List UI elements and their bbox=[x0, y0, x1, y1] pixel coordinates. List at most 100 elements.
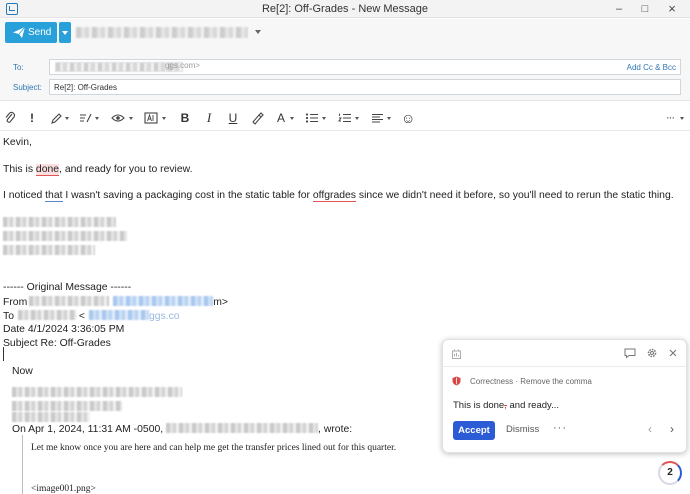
redacted-text bbox=[12, 401, 122, 411]
rewrite-icon[interactable] bbox=[79, 110, 92, 126]
chevron-down-icon[interactable] bbox=[355, 117, 359, 120]
next-suggestion-button[interactable]: › bbox=[670, 422, 674, 436]
quote-bar bbox=[22, 435, 23, 494]
attach-icon[interactable] bbox=[4, 110, 16, 126]
text: This is bbox=[3, 164, 36, 175]
original-from: From m> bbox=[3, 296, 228, 308]
original-date: Date 4/1/2024 3:36:05 PM bbox=[3, 324, 125, 335]
redacted-link[interactable] bbox=[113, 296, 214, 306]
send-options-dropdown[interactable] bbox=[59, 22, 71, 43]
suggestion-count-badge[interactable]: 2 bbox=[658, 461, 682, 485]
chevron-down-icon[interactable] bbox=[65, 117, 69, 120]
chevron-down-icon[interactable] bbox=[387, 117, 391, 120]
redacted-link[interactable] bbox=[88, 310, 149, 320]
address-area: To: ggs.com> Add Cc & Bcc Subject: Re[2]… bbox=[0, 47, 690, 101]
redacted-text bbox=[166, 423, 319, 433]
send-label: Send bbox=[28, 27, 52, 38]
redacted-text bbox=[3, 231, 127, 241]
minimize-button[interactable]: – bbox=[607, 1, 631, 17]
chevron-down-icon[interactable] bbox=[95, 117, 99, 120]
accept-button[interactable]: Accept bbox=[453, 421, 495, 440]
add-cc-bcc-link[interactable]: Add Cc & Bcc bbox=[627, 63, 676, 72]
text: I wasn't saving a packaging cost in the … bbox=[62, 190, 313, 201]
subject-value: Re[2]: Off-Grades bbox=[54, 83, 117, 92]
chevron-down-icon[interactable] bbox=[129, 117, 133, 120]
dismiss-button[interactable]: Dismiss bbox=[506, 424, 539, 435]
text: m> bbox=[213, 297, 228, 308]
spelling-flag[interactable]: offgrades bbox=[312, 190, 356, 202]
close-icon[interactable] bbox=[667, 347, 679, 359]
more-options-button[interactable]: ··· bbox=[662, 110, 678, 126]
grammar-flag[interactable]: done bbox=[35, 164, 60, 176]
divider bbox=[443, 366, 686, 367]
text: < bbox=[75, 311, 85, 322]
text: since we didn't need it before, so you'l… bbox=[356, 190, 674, 201]
send-row: Send bbox=[0, 19, 690, 47]
bullet-list-icon[interactable] bbox=[305, 110, 319, 126]
recipient-chip[interactable] bbox=[55, 62, 183, 72]
redacted-text bbox=[12, 412, 90, 422]
font-color-button[interactable]: A bbox=[276, 110, 286, 126]
style-flag[interactable]: that bbox=[45, 190, 63, 202]
numbered-list-icon[interactable] bbox=[338, 110, 352, 126]
text-box-icon[interactable] bbox=[144, 110, 158, 126]
text: ggs.co bbox=[148, 311, 180, 322]
to-field[interactable]: ggs.com> Add Cc & Bcc bbox=[49, 59, 681, 75]
send-button[interactable]: Send bbox=[5, 22, 57, 43]
subject-label: Subject: bbox=[13, 83, 42, 92]
text: , and ready for you to review. bbox=[59, 164, 193, 175]
to-label: To: bbox=[13, 63, 24, 72]
signature-redacted bbox=[3, 217, 116, 229]
quoted-text: Let me know once you are here and can he… bbox=[31, 443, 397, 453]
grammar-assistant-icon bbox=[452, 349, 461, 359]
importance-button[interactable]: ! bbox=[27, 110, 37, 126]
from-account-redacted[interactable] bbox=[76, 27, 248, 38]
subject-field[interactable]: Re[2]: Off-Grades bbox=[49, 79, 681, 95]
suggestion-category: Correctness · Remove the comma bbox=[470, 377, 592, 386]
redacted-text bbox=[17, 310, 76, 320]
redacted-text bbox=[12, 387, 182, 397]
original-to: To < ggs.co bbox=[3, 310, 180, 322]
signature-redacted bbox=[3, 231, 127, 243]
bold-button[interactable]: B bbox=[179, 110, 191, 126]
previous-suggestion-button[interactable]: ‹ bbox=[648, 422, 652, 436]
image-placeholder: <image001.png> bbox=[31, 484, 96, 494]
align-icon[interactable] bbox=[371, 110, 384, 126]
shield-icon bbox=[452, 376, 461, 386]
original-subject: Subject Re: Off-Grades bbox=[3, 338, 111, 349]
greeting: Kevin, bbox=[3, 137, 32, 148]
chevron-down-icon[interactable] bbox=[162, 117, 166, 120]
comment-icon[interactable] bbox=[624, 347, 636, 359]
text: I noticed bbox=[3, 190, 46, 201]
close-window-button[interactable]: × bbox=[660, 1, 684, 17]
signature-pen-icon[interactable] bbox=[50, 110, 62, 126]
text: On Apr 1, 2024, 11:31 AM -0500, bbox=[12, 424, 167, 435]
redacted-text bbox=[29, 296, 110, 306]
signature-redacted bbox=[3, 245, 95, 257]
window-title: Re[2]: Off-Grades - New Message bbox=[261, 3, 429, 15]
chevron-down-icon[interactable] bbox=[255, 30, 261, 34]
text: and ready... bbox=[506, 400, 559, 411]
quoted-on-line: On Apr 1, 2024, 11:31 AM -0500, , wrote: bbox=[12, 423, 352, 435]
text-caret bbox=[3, 347, 4, 361]
body-line-1: This is done, and ready for you to revie… bbox=[3, 164, 193, 176]
format-painter-icon[interactable] bbox=[251, 110, 264, 126]
more-options-button[interactable]: ··· bbox=[553, 422, 567, 434]
chevron-down-icon[interactable] bbox=[322, 117, 326, 120]
underline-button[interactable]: U bbox=[227, 110, 239, 126]
maximize-button[interactable]: □ bbox=[633, 1, 657, 17]
send-icon bbox=[13, 27, 25, 38]
title-bar: Re[2]: Off-Grades - New Message – □ × bbox=[0, 0, 690, 18]
original-message-header: ------ Original Message ------ bbox=[3, 282, 132, 293]
text: This is done bbox=[453, 400, 505, 411]
eye-icon[interactable] bbox=[111, 110, 125, 126]
italic-button[interactable]: I bbox=[204, 110, 214, 126]
suggestion-preview: This is done, and ready... bbox=[453, 400, 559, 411]
chevron-down-icon[interactable] bbox=[290, 117, 294, 120]
gear-icon[interactable] bbox=[646, 347, 658, 359]
text: , wrote: bbox=[318, 424, 353, 435]
chevron-down-icon[interactable] bbox=[680, 117, 684, 120]
redacted-text bbox=[3, 245, 95, 255]
to-label: To bbox=[3, 311, 14, 322]
emoji-button[interactable]: ☺ bbox=[401, 110, 415, 126]
